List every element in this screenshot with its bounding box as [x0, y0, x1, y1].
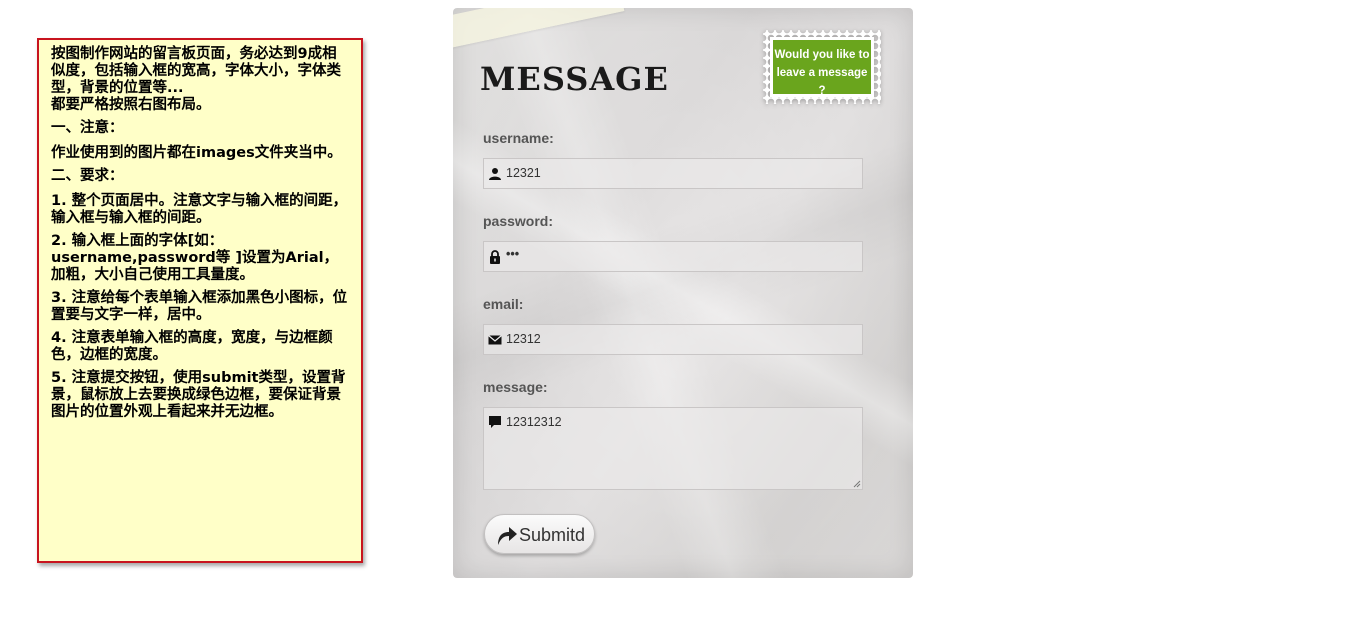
- stamp-line-1: Would you like to: [774, 49, 870, 61]
- envelope-icon: [488, 335, 502, 345]
- stamp-badge: Would you like to leave a message ?: [763, 30, 881, 104]
- instructions-panel: 按图制作网站的留言板页面，务必达到9成相似度，包括输入框的宽高，字体大小，字体类…: [37, 38, 363, 563]
- message-board: MESSAGE Would you like to leave a messag…: [453, 8, 913, 578]
- message-value: 12312312: [506, 415, 562, 429]
- section1-text: 作业使用到的图片都在images文件夹当中。: [51, 145, 342, 161]
- resize-handle[interactable]: [853, 480, 861, 488]
- tape-decoration: [453, 8, 625, 49]
- page-title: MESSAGE: [480, 60, 669, 98]
- message-textarea[interactable]: 12312312: [483, 407, 863, 490]
- username-label: username:: [483, 130, 554, 146]
- password-label: password:: [483, 213, 554, 229]
- message-label: message:: [483, 379, 548, 395]
- submit-button[interactable]: Submitd: [484, 514, 595, 554]
- requirement-5: 5. 注意提交按钮，使用submit类型，设置背景，鼠标放上去要换成绿色边框，要…: [51, 370, 346, 420]
- stamp-line-2: leave a message ?: [776, 67, 868, 97]
- email-value: 12312: [506, 332, 541, 346]
- requirement-2: 2. 输入框上面的字体[如：username,password等 ]设置为Ari…: [51, 233, 339, 283]
- submit-label: Submitd: [519, 525, 586, 545]
- email-field[interactable]: 12312: [483, 324, 863, 355]
- username-field[interactable]: 12321: [483, 158, 863, 189]
- email-label: email:: [483, 296, 524, 312]
- lock-icon: [490, 250, 500, 264]
- username-value: 12321: [506, 166, 541, 180]
- stamp-text: Would you like to leave a message ?: [773, 40, 871, 97]
- instructions-intro: 按图制作网站的留言板页面，务必达到9成相似度，包括输入框的宽高，字体大小，字体类…: [51, 46, 341, 113]
- section1-heading: 一、注意：: [51, 120, 124, 136]
- share-arrow-icon: [498, 527, 517, 545]
- password-field[interactable]: •••: [483, 241, 863, 272]
- speech-bubble-icon: [489, 416, 501, 428]
- password-value: •••: [506, 247, 520, 261]
- requirement-3: 3. 注意给每个表单输入框添加黑色小图标，位置要与文字一样，居中。: [51, 290, 348, 323]
- user-icon: [489, 168, 501, 180]
- requirement-1: 1. 整个页面居中。注意文字与输入框的间距，输入框与输入框的间距。: [51, 193, 348, 226]
- section2-heading: 二、要求：: [51, 168, 124, 184]
- requirement-4: 4. 注意表单输入框的高度，宽度，与边框颜色，边框的宽度。: [51, 330, 333, 363]
